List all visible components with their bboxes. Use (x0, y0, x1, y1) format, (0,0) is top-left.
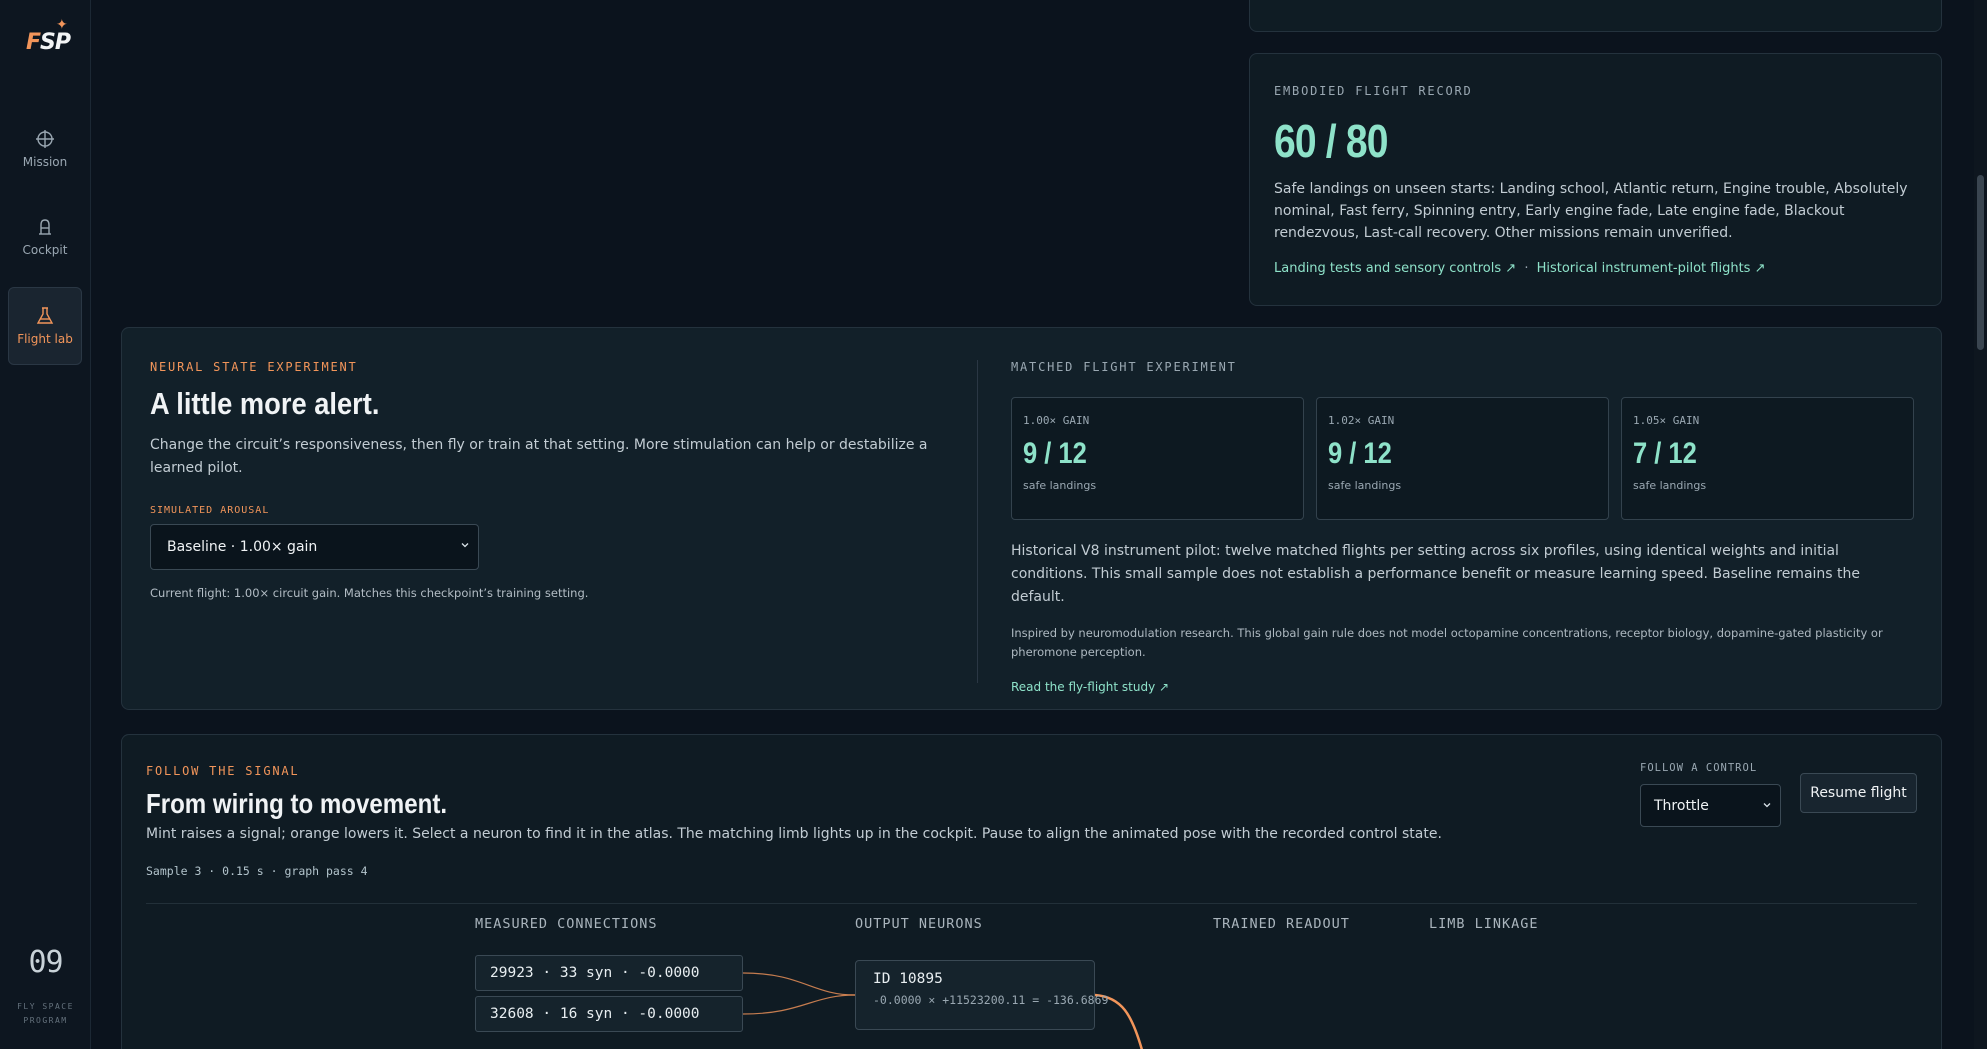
gain-cards: 1.00× GAIN 9 / 12 safe landings 1.02× GA… (1011, 397, 1916, 520)
program-name: FLY SPACE PROGRAM (17, 1002, 74, 1025)
neural-description: Change the circuit’s responsiveness, the… (150, 437, 928, 476)
record-links: Landing tests and sensory controls ↗ · H… (1274, 261, 1917, 276)
signal-description: Mint raises a signal; orange lowers it. … (146, 826, 1442, 842)
connection-node[interactable]: 29923 · 33 syn · -0.0000 (475, 955, 743, 991)
gain-card: 1.02× GAIN 9 / 12 safe landings (1316, 397, 1609, 520)
nav-item-cockpit[interactable]: Cockpit (8, 198, 82, 276)
sparkle-icon: ✦ (56, 17, 68, 33)
neural-state-panel: NEURAL STATE EXPERIMENT A little more al… (150, 360, 950, 600)
logo[interactable]: FSP ✦ (26, 17, 71, 64)
gain-card: 1.05× GAIN 7 / 12 safe landings (1621, 397, 1914, 520)
record-description: Safe landings on unseen starts: Landing … (1274, 181, 1908, 241)
control-select[interactable]: Throttle (1640, 784, 1781, 827)
gain-value: 7 / 12 (1633, 437, 1697, 470)
column-header-connections: MEASURED CONNECTIONS (475, 916, 658, 932)
nav-item-label: Mission (22, 155, 68, 169)
record-eyebrow: EMBODIED FLIGHT RECORD (1274, 84, 1473, 98)
gain-label: 1.05× GAIN (1633, 414, 1700, 427)
signal-divider (146, 903, 1917, 904)
seat-icon (39, 219, 51, 235)
gain-sub: safe landings (1023, 479, 1097, 492)
neural-title: A little more alert. (150, 386, 380, 421)
program-number: 09 (28, 945, 63, 980)
historical-flights-link[interactable]: Historical instrument-pilot flights ↗ (1537, 261, 1766, 276)
previous-card (1249, 0, 1942, 32)
column-header-output: OUTPUT NEURONS (855, 916, 983, 932)
arousal-label: SIMULATED AROUSAL (150, 505, 270, 516)
landing-tests-link[interactable]: Landing tests and sensory controls ↗ (1274, 261, 1516, 276)
panel-divider (977, 360, 978, 683)
nav-item-mission[interactable]: Mission (8, 110, 82, 188)
nav-item-label: Cockpit (22, 243, 68, 257)
matched-eyebrow: MATCHED FLIGHT EXPERIMENT (1011, 360, 1237, 374)
follow-control-label: FOLLOW A CONTROL (1640, 762, 1758, 774)
scrollbar[interactable] (1974, 0, 1987, 1049)
inspiration-note: Inspired by neuromodulation research. Th… (1011, 626, 1883, 659)
wire-connection-1 (742, 972, 856, 996)
chevron-down-icon (1763, 803, 1771, 808)
signal-header: FOLLOW THE SIGNAL From wiring to movemen… (146, 764, 1596, 878)
link-separator: · (1524, 261, 1529, 276)
control-select-value: Throttle (1654, 797, 1709, 814)
logo-f: F (26, 30, 41, 55)
gain-label: 1.00× GAIN (1023, 414, 1090, 427)
scrollbar-thumb[interactable] (1977, 175, 1984, 350)
follow-signal-card: FOLLOW THE SIGNAL From wiring to movemen… (121, 734, 1942, 1049)
sample-info: Sample 3 · 0.15 s · graph pass 4 (146, 864, 368, 878)
matched-experiment-panel: MATCHED FLIGHT EXPERIMENT 1.00× GAIN 9 /… (1011, 360, 1916, 694)
column-header-readout: TRAINED READOUT (1213, 916, 1350, 932)
nav-item-label: Flight lab (17, 332, 73, 346)
record-score: 60 / 80 (1274, 115, 1388, 167)
flask-icon (36, 307, 54, 324)
nav-item-flight-lab[interactable]: Flight lab (8, 287, 82, 365)
flight-record-card: EMBODIED FLIGHT RECORD 60 / 80 Safe land… (1249, 53, 1942, 306)
neuron-id: ID 10895 (873, 971, 943, 987)
output-neuron-node[interactable]: ID 10895 -0.0000 × +11523200.11 = -136.6… (855, 960, 1109, 1030)
neural-eyebrow: NEURAL STATE EXPERIMENT (150, 360, 358, 374)
gain-card: 1.00× GAIN 9 / 12 safe landings (1011, 397, 1304, 520)
gain-value: 9 / 12 (1023, 437, 1087, 470)
wire-connection-2 (742, 994, 856, 1015)
signal-eyebrow: FOLLOW THE SIGNAL (146, 764, 300, 778)
crosshair-icon (36, 130, 54, 148)
connection-node[interactable]: 32608 · 16 syn · -0.0000 (475, 996, 743, 1032)
neuron-equation: -0.0000 × +11523200.11 = -136.6869 (873, 993, 1109, 1007)
column-header-limb: LIMB LINKAGE (1429, 916, 1539, 932)
gain-sub: safe landings (1328, 479, 1402, 492)
study-link[interactable]: Read the fly-flight study ↗ (1011, 680, 1916, 694)
historical-note: Historical V8 instrument pilot: twelve m… (1011, 543, 1861, 605)
sidebar: FSP ✦ Mission Cockpit Flight lab 09 FLY … (0, 0, 91, 1049)
gain-label: 1.02× GAIN (1328, 414, 1395, 427)
neural-experiment-card: NEURAL STATE EXPERIMENT A little more al… (121, 327, 1942, 710)
signal-title: From wiring to movement. (146, 788, 448, 819)
logo-text: SP (40, 30, 71, 55)
chevron-down-icon (461, 543, 469, 548)
arousal-select-value: Baseline · 1.00× gain (167, 539, 318, 555)
arousal-select[interactable]: Baseline · 1.00× gain (150, 524, 479, 570)
gain-value: 9 / 12 (1328, 437, 1392, 470)
current-flight-note: Current flight: 1.00× circuit gain. Matc… (150, 586, 589, 600)
gain-sub: safe landings (1633, 479, 1707, 492)
resume-flight-button[interactable]: Resume flight (1800, 773, 1917, 813)
